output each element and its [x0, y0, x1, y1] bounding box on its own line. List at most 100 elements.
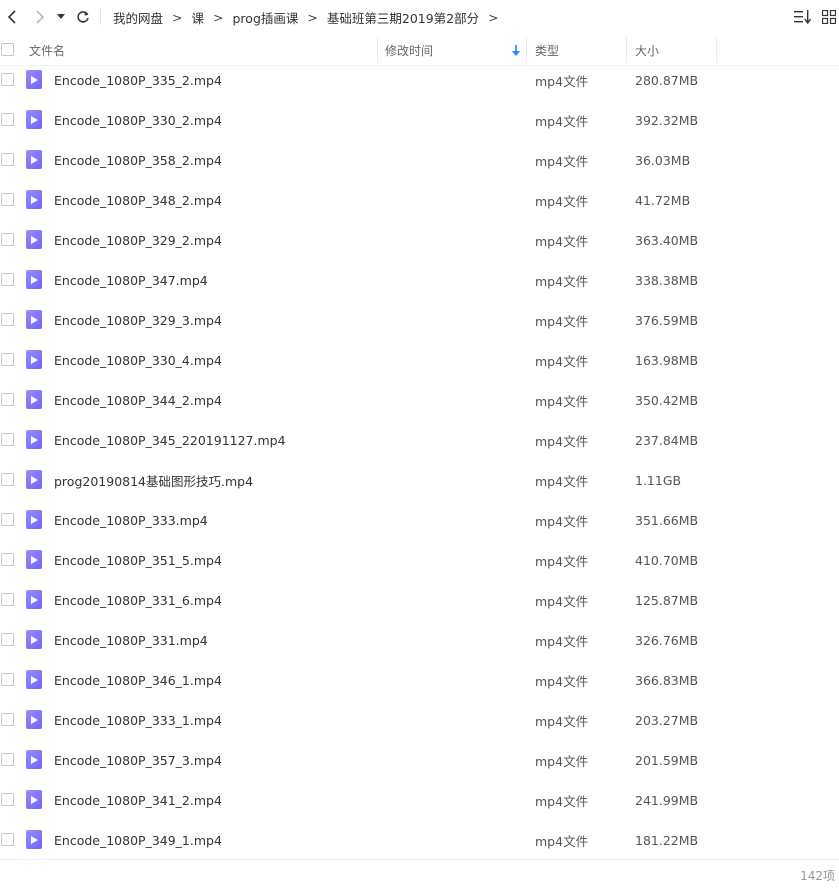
toolbar-divider [100, 9, 101, 25]
file-row[interactable]: Encode_1080P_341_2.mp4 mp4文件 241.99MB [0, 780, 839, 820]
breadcrumb-item-my-drive[interactable]: 我的网盘 [113, 8, 163, 27]
row-checkbox[interactable] [1, 753, 14, 766]
file-row[interactable]: Encode_1080P_329_3.mp4 mp4文件 376.59MB [0, 300, 839, 340]
chevron-left-icon [7, 10, 16, 24]
file-name[interactable]: Encode_1080P_347.mp4 [54, 273, 208, 288]
file-name[interactable]: Encode_1080P_333_1.mp4 [54, 713, 222, 728]
file-row[interactable]: Encode_1080P_347.mp4 mp4文件 338.38MB [0, 260, 839, 300]
video-file-icon [26, 470, 42, 489]
file-name[interactable]: Encode_1080P_348_2.mp4 [54, 193, 222, 208]
file-type: mp4文件 [535, 113, 589, 129]
row-checkbox[interactable] [1, 793, 14, 806]
row-checkbox[interactable] [1, 553, 14, 566]
file-name[interactable]: Encode_1080P_329_3.mp4 [54, 313, 222, 328]
file-type: mp4文件 [535, 153, 589, 169]
file-name[interactable]: Encode_1080P_331.mp4 [54, 633, 208, 648]
row-checkbox[interactable] [1, 433, 14, 446]
breadcrumb-separator[interactable]: > [488, 10, 498, 25]
row-checkbox[interactable] [1, 633, 14, 646]
row-checkbox[interactable] [1, 153, 14, 166]
forward-button[interactable] [28, 6, 50, 28]
row-checkbox[interactable] [1, 233, 14, 246]
row-checkbox[interactable] [1, 273, 14, 286]
row-checkbox[interactable] [1, 833, 14, 846]
file-row[interactable]: Encode_1080P_357_3.mp4 mp4文件 201.59MB [0, 740, 839, 780]
file-row[interactable]: Encode_1080P_344_2.mp4 mp4文件 350.42MB [0, 380, 839, 420]
file-row[interactable]: Encode_1080P_349_1.mp4 mp4文件 181.22MB [0, 820, 839, 860]
file-row[interactable]: Encode_1080P_358_2.mp4 mp4文件 36.03MB [0, 140, 839, 180]
file-size: 350.42MB [635, 392, 699, 408]
video-file-icon [26, 630, 42, 649]
file-name[interactable]: Encode_1080P_345_220191127.mp4 [54, 433, 286, 448]
caret-down-icon [57, 14, 65, 19]
grid-view-button[interactable] [818, 6, 839, 28]
row-checkbox[interactable] [1, 353, 14, 366]
file-name[interactable]: Encode_1080P_335_2.mp4 [54, 73, 222, 88]
file-row[interactable]: Encode_1080P_345_220191127.mp4 mp4文件 237.8… [0, 420, 839, 460]
select-all-checkbox[interactable] [1, 43, 14, 56]
history-dropdown-button[interactable] [52, 6, 70, 28]
video-file-icon [26, 390, 42, 409]
file-type: mp4文件 [535, 553, 589, 569]
file-row[interactable]: Encode_1080P_351_5.mp4 mp4文件 410.70MB [0, 540, 839, 580]
file-name[interactable]: Encode_1080P_329_2.mp4 [54, 233, 222, 248]
row-checkbox[interactable] [1, 73, 14, 86]
file-size: 163.98MB [635, 352, 699, 368]
file-name[interactable]: Encode_1080P_351_5.mp4 [54, 553, 222, 568]
file-name[interactable]: Encode_1080P_349_1.mp4 [54, 833, 222, 848]
file-row[interactable]: Encode_1080P_331_6.mp4 mp4文件 125.87MB [0, 580, 839, 620]
file-name[interactable]: Encode_1080P_330_2.mp4 [54, 113, 222, 128]
breadcrumb-item-current-folder[interactable]: 基础班第三期2019第2部分 [327, 8, 479, 27]
file-type: mp4文件 [535, 713, 589, 729]
file-size: 241.99MB [635, 792, 699, 808]
file-name[interactable]: Encode_1080P_333.mp4 [54, 513, 208, 528]
file-row[interactable]: Encode_1080P_330_4.mp4 mp4文件 163.98MB [0, 340, 839, 380]
file-type: mp4文件 [535, 393, 589, 409]
row-checkbox[interactable] [1, 473, 14, 486]
breadcrumb-item-course[interactable]: 课 [192, 8, 205, 27]
row-checkbox[interactable] [1, 113, 14, 126]
file-row[interactable]: Encode_1080P_348_2.mp4 mp4文件 41.72MB [0, 180, 839, 220]
file-name[interactable]: Encode_1080P_331_6.mp4 [54, 593, 222, 608]
file-name[interactable]: Encode_1080P_341_2.mp4 [54, 793, 222, 808]
file-row[interactable]: prog20190814基础图形技巧.mp4 mp4文件 1.11GB [0, 460, 839, 500]
file-name[interactable]: Encode_1080P_358_2.mp4 [54, 153, 222, 168]
sort-button[interactable] [792, 6, 814, 28]
item-count: 142项 [800, 869, 835, 883]
file-row[interactable]: Encode_1080P_329_2.mp4 mp4文件 363.40MB [0, 220, 839, 260]
refresh-button[interactable] [72, 6, 94, 28]
row-checkbox[interactable] [1, 673, 14, 686]
file-size: 366.83MB [635, 672, 699, 688]
row-checkbox[interactable] [1, 393, 14, 406]
file-name[interactable]: prog20190814基础图形技巧.mp4 [54, 471, 253, 490]
row-checkbox[interactable] [1, 713, 14, 726]
video-file-icon [26, 270, 42, 289]
file-row[interactable]: Encode_1080P_335_2.mp4 mp4文件 280.87MB [0, 60, 839, 100]
file-row[interactable]: Encode_1080P_331.mp4 mp4文件 326.76MB [0, 620, 839, 660]
file-row[interactable]: Encode_1080P_346_1.mp4 mp4文件 366.83MB [0, 660, 839, 700]
row-checkbox[interactable] [1, 513, 14, 526]
file-name[interactable]: Encode_1080P_346_1.mp4 [54, 673, 222, 688]
file-name[interactable]: Encode_1080P_330_4.mp4 [54, 353, 222, 368]
row-checkbox[interactable] [1, 313, 14, 326]
video-file-icon [26, 830, 42, 849]
video-file-icon [26, 670, 42, 689]
row-checkbox[interactable] [1, 593, 14, 606]
file-row[interactable]: Encode_1080P_330_2.mp4 mp4文件 392.32MB [0, 100, 839, 140]
file-row[interactable]: Encode_1080P_333.mp4 mp4文件 351.66MB [0, 500, 839, 540]
video-file-icon [26, 110, 42, 129]
file-row[interactable]: Encode_1080P_333_1.mp4 mp4文件 203.27MB [0, 700, 839, 740]
file-size: 1.11GB [635, 472, 682, 488]
file-size: 36.03MB [635, 152, 691, 168]
file-name[interactable]: Encode_1080P_357_3.mp4 [54, 753, 222, 768]
video-file-icon [26, 70, 42, 89]
file-size: 376.59MB [635, 312, 699, 328]
video-file-icon [26, 190, 42, 209]
back-button[interactable] [2, 6, 24, 28]
file-type: mp4文件 [535, 833, 589, 849]
row-checkbox[interactable] [1, 193, 14, 206]
chevron-right-icon [36, 10, 45, 24]
file-name[interactable]: Encode_1080P_344_2.mp4 [54, 393, 222, 408]
breadcrumb-item-prog-course[interactable]: prog插画课 [233, 8, 299, 27]
video-file-icon [26, 750, 42, 769]
